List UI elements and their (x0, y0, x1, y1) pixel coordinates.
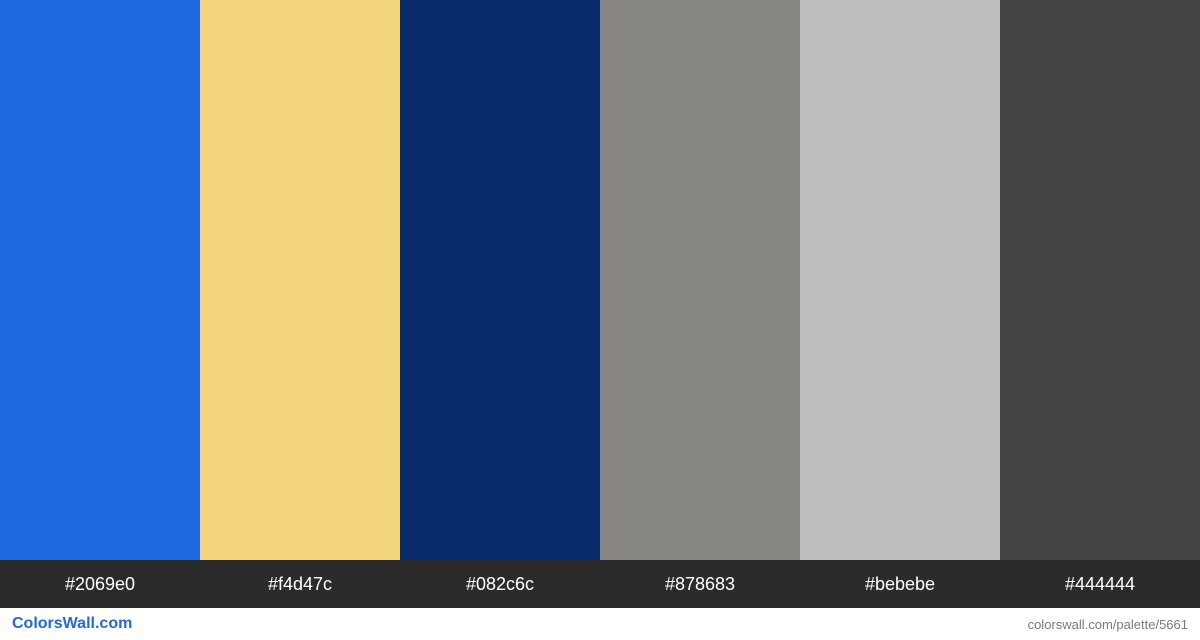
footer-bar: ColorsWall.com colorswall.com/palette/56… (0, 608, 1200, 640)
hex-label: #878683 (600, 560, 800, 608)
color-swatch (200, 0, 400, 560)
color-swatches-row (0, 0, 1200, 560)
hex-label: #bebebe (800, 560, 1000, 608)
color-swatch (400, 0, 600, 560)
hex-label: #082c6c (400, 560, 600, 608)
hex-label: #2069e0 (0, 560, 200, 608)
color-swatch (0, 0, 200, 560)
palette-url-text: colorswall.com/palette/5661 (1028, 617, 1188, 632)
color-swatch (1000, 0, 1200, 560)
hex-label: #444444 (1000, 560, 1200, 608)
color-swatch (800, 0, 1000, 560)
brand-text-first: Colors (12, 615, 63, 632)
brand-logo: ColorsWall.com (12, 615, 132, 633)
color-swatch (600, 0, 800, 560)
hex-labels-row: #2069e0 #f4d47c #082c6c #878683 #bebebe … (0, 560, 1200, 608)
hex-label: #f4d47c (200, 560, 400, 608)
brand-text-second: Wall.com (63, 615, 133, 632)
